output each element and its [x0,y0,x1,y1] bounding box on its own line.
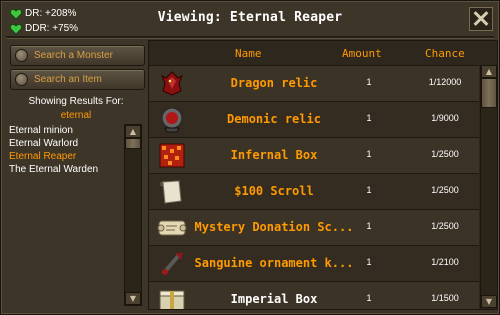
search-monster-button[interactable]: Search a Monster [10,45,145,66]
radio-knob-icon [15,49,28,62]
table-row[interactable]: $100 Scroll 1 1/2500 [149,173,479,209]
table-header: Name Amount Chance [149,41,479,65]
results-query: eternal [60,110,92,121]
radio-knob-icon [15,73,28,86]
column-header-chance: Chance [425,47,465,60]
item-name: Mystery Donation Sc... [194,220,354,234]
search-panel: Search a Monster Search an Item Showing … [6,40,146,308]
item-amount: 1 [366,221,372,231]
table-row[interactable]: Imperial Box 1 1/1500 [149,281,479,309]
item-name: Sanguine ornament k... [194,256,354,270]
item-chance: 1/2500 [431,149,459,159]
ornament-kit-icon [157,249,187,278]
table-row[interactable]: Demonic relic 1 1/9000 [149,101,479,137]
list-item-selected[interactable]: Eternal Reaper [9,150,123,163]
results-label: Showing Results For: [28,96,124,107]
infernal-box-icon [157,141,187,170]
item-chance: 1/12000 [428,77,462,87]
item-amount: 1 [366,77,372,87]
scroll-up-icon[interactable]: ▲ [481,65,497,78]
item-name: Dragon relic [230,76,318,90]
item-name: $100 Scroll [234,184,314,198]
item-amount: 1 [366,293,372,303]
search-item-label: Search an Item [34,74,102,85]
dragon-relic-icon [157,69,187,98]
item-amount: 1 [366,257,372,267]
item-name: Imperial Box [230,292,318,306]
table-row[interactable]: Infernal Box 1 1/2500 [149,137,479,173]
search-item-button[interactable]: Search an Item [10,69,145,90]
scroll-thumb[interactable] [481,78,497,108]
table-rows: Dragon relic 1 1/12000 Demonic relic 1 1/9000… [149,65,479,309]
scroll-thumb[interactable] [125,138,141,149]
list-item[interactable]: Eternal Warlord [9,137,123,150]
item-chance: 1/2100 [431,257,459,267]
table-row[interactable]: Sanguine ornament k... 1 1/2100 [149,245,479,281]
scroll-up-icon[interactable]: ▲ [125,125,141,138]
item-name: Infernal Box [230,148,318,162]
window-title: Viewing: Eternal Reaper [157,10,343,25]
table-scrollbar[interactable]: ▲ ▼ [480,65,497,308]
close-icon[interactable] [469,7,493,31]
scroll-icon [157,177,187,206]
scroll-down-icon[interactable]: ▼ [481,295,497,308]
results-list: Eternal minion Eternal Warlord Eternal R… [9,124,123,304]
item-name: Demonic relic [227,112,321,126]
table-row[interactable]: Dragon relic 1 1/12000 [149,65,479,101]
imperial-box-icon [157,285,187,309]
header-divider [6,36,494,39]
item-amount: 1 [366,113,372,123]
column-header-name: Name [235,47,262,60]
list-item[interactable]: Eternal minion [9,124,123,137]
item-chance: 1/1500 [431,293,459,303]
item-amount: 1 [366,149,372,159]
table-row[interactable]: Mystery Donation Sc... 1 1/2500 [149,209,479,245]
column-header-amount: Amount [342,47,382,60]
scroll-down-icon[interactable]: ▼ [125,292,141,305]
item-chance: 1/2500 [431,185,459,195]
demonic-relic-icon [157,105,187,134]
drop-viewer-window: DR: +208% DDR: +75% Viewing: Eternal Rea… [0,0,500,315]
drop-table: Name Amount Chance Dragon relic 1 1/12000 D… [148,40,498,310]
list-item[interactable]: The Eternal Warden [9,163,123,176]
results-scrollbar[interactable]: ▲ ▼ [124,124,142,306]
item-chance: 1/9000 [431,113,459,123]
item-chance: 1/2500 [431,221,459,231]
item-amount: 1 [366,185,372,195]
search-monster-label: Search a Monster [34,50,113,61]
donation-scroll-icon [157,213,187,242]
